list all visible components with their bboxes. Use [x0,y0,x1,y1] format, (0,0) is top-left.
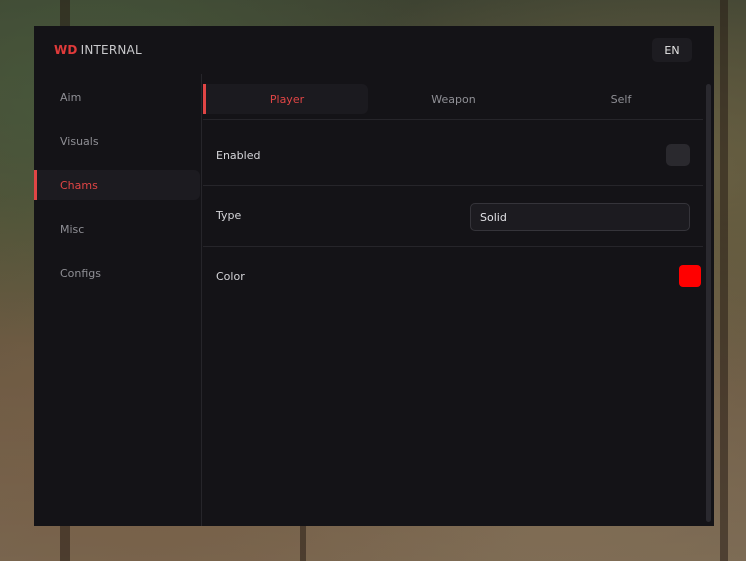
sidebar-item-misc[interactable]: Misc [34,214,200,244]
color-picker-swatch[interactable] [679,265,701,287]
brand-name: INTERNAL [80,43,142,57]
sidebar-item-visuals[interactable]: Visuals [34,126,200,156]
sidebar-item-chams[interactable]: Chams [34,170,200,200]
sidebar-item-aim[interactable]: Aim [34,82,200,112]
sidebar: Aim Visuals Chams Misc Configs [34,74,202,526]
brand-logo: WD INTERNAL [54,43,142,57]
tree-trunk [300,526,306,561]
title-bar: WD INTERNAL EN [34,26,714,74]
enabled-checkbox[interactable] [666,144,690,166]
menu-window: WD INTERNAL EN Aim Visuals Chams Misc Con… [34,26,714,526]
scrollbar[interactable] [706,84,711,522]
divider [203,185,703,186]
tab-weapon[interactable]: Weapon [371,84,536,114]
tab-bar: Player Weapon Self [203,84,703,114]
tab-player[interactable]: Player [203,84,368,114]
tree-trunk [720,0,728,561]
divider [203,246,703,247]
color-label: Color [216,270,245,283]
enabled-label: Enabled [216,149,261,162]
type-select[interactable]: Solid [470,203,690,231]
type-label: Type [216,209,242,222]
language-button[interactable]: EN [652,38,692,62]
divider [203,119,703,120]
sidebar-item-configs[interactable]: Configs [34,258,200,288]
content-panel: Player Weapon Self Enabled Type Solid Co… [203,74,703,526]
tab-self[interactable]: Self [539,84,703,114]
brand-accent: WD [54,43,78,57]
